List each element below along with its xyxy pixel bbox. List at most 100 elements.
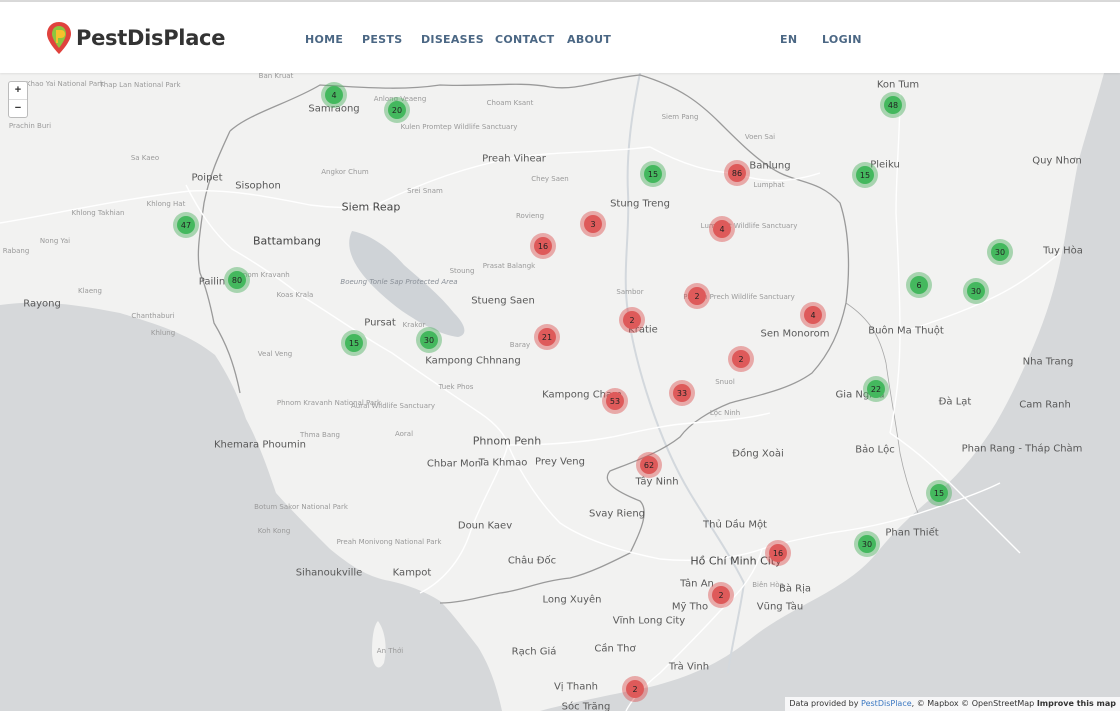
pest-cluster-marker[interactable]: 30 — [987, 239, 1013, 265]
cluster-count: 30 — [858, 535, 876, 553]
cluster-count: 4 — [325, 86, 343, 104]
place-label: Chbar Mon — [426, 458, 482, 470]
disease-cluster-marker[interactable]: 53 — [602, 388, 628, 414]
disease-cluster-marker[interactable]: 2 — [684, 283, 710, 309]
place-label: Khlong Takhian — [71, 209, 125, 217]
nav-pests[interactable]: PESTS — [362, 33, 402, 46]
place-label: Doun Kaev — [457, 520, 513, 532]
nav-login[interactable]: LOGIN — [822, 33, 862, 46]
disease-cluster-marker[interactable]: 86 — [724, 160, 750, 186]
zoom-out-button[interactable]: − — [9, 99, 27, 117]
place-label: Vĩnh Long City — [612, 615, 686, 627]
place-label: Snuol — [715, 378, 735, 386]
cluster-count: 3 — [584, 215, 602, 233]
disease-cluster-marker[interactable]: 2 — [728, 346, 754, 372]
disease-cluster-marker[interactable]: 4 — [709, 216, 735, 242]
place-label: Khao Yai National Park — [25, 80, 105, 88]
disease-cluster-marker[interactable]: 3 — [580, 211, 606, 237]
disease-cluster-marker[interactable]: 16 — [530, 233, 556, 259]
cluster-count: 86 — [728, 164, 746, 182]
place-label: Rạch Giá — [511, 646, 557, 658]
place-label: Quy Nhơn — [1032, 155, 1082, 167]
place-label: Tây Ninh — [635, 476, 679, 488]
language-selector[interactable]: EN — [780, 33, 797, 46]
place-label: Chey Saen — [531, 175, 569, 183]
disease-cluster-marker[interactable]: 62 — [636, 452, 662, 478]
place-label: Banlung — [749, 160, 791, 172]
place-label: Vũng Tàu — [756, 601, 804, 613]
disease-cluster-marker[interactable]: 2 — [619, 307, 645, 333]
place-label: Khlong Hat — [146, 200, 186, 208]
place-label: Voen Sai — [744, 133, 776, 141]
place-label: Sisophon — [235, 180, 281, 192]
place-label: Thap Lan National Park — [99, 81, 181, 89]
place-label: Choam Ksant — [486, 99, 534, 107]
place-label: Klaeng — [77, 287, 103, 295]
disease-cluster-marker[interactable]: 4 — [800, 302, 826, 328]
cluster-count: 15 — [930, 484, 948, 502]
cluster-count: 30 — [420, 331, 438, 349]
place-label: Aoral — [394, 430, 414, 438]
place-label: Phan Thiết — [885, 527, 939, 539]
disease-cluster-marker[interactable]: 16 — [765, 540, 791, 566]
pest-cluster-marker[interactable]: 15 — [852, 162, 878, 188]
place-label: Kon Tum — [876, 79, 920, 91]
place-label: Veal Veng — [257, 350, 293, 358]
pest-cluster-marker[interactable]: 30 — [416, 327, 442, 353]
zoom-in-button[interactable]: + — [9, 82, 27, 99]
cluster-count: 15 — [345, 334, 363, 352]
improve-map-link[interactable]: Improve this map — [1037, 699, 1116, 708]
cluster-count: 21 — [538, 328, 556, 346]
place-label: Khlung — [150, 329, 176, 337]
nav-diseases[interactable]: DISEASES — [421, 33, 484, 46]
place-label: Angkor Chum — [321, 168, 369, 176]
place-label: Tuek Phos — [438, 383, 474, 391]
place-label: Rabang — [2, 247, 30, 255]
place-label: Lộc Ninh — [709, 409, 741, 417]
place-label: Poipet — [191, 172, 223, 184]
pest-cluster-marker[interactable]: 30 — [854, 531, 880, 557]
place-label: Baray — [509, 341, 531, 349]
place-label: Buôn Ma Thuột — [868, 325, 944, 337]
brand-name: PestDisPlace — [76, 26, 226, 50]
pest-cluster-marker[interactable]: 80 — [224, 267, 250, 293]
pest-cluster-marker[interactable]: 6 — [906, 272, 932, 298]
cluster-count: 16 — [534, 237, 552, 255]
nav-about[interactable]: ABOUT — [567, 33, 611, 46]
place-label: Khemara Phoumin — [213, 439, 307, 451]
zoom-control: + − — [8, 81, 28, 118]
pest-cluster-marker[interactable]: 47 — [173, 212, 199, 238]
map[interactable]: Ban Kruat Khao Yai National Park Thap Lan … — [0, 73, 1120, 711]
cluster-count: 6 — [910, 276, 928, 294]
pest-cluster-marker[interactable]: 15 — [640, 161, 666, 187]
pest-cluster-marker[interactable]: 20 — [384, 97, 410, 123]
cluster-count: 15 — [644, 165, 662, 183]
pest-cluster-marker[interactable]: 22 — [863, 376, 889, 402]
brand-logo[interactable]: PestDisPlace — [46, 20, 225, 56]
place-label: Sihanoukville — [295, 567, 363, 579]
cluster-count: 62 — [640, 456, 658, 474]
place-label: Phan Rang - Tháp Chàm — [961, 443, 1083, 455]
disease-cluster-marker[interactable]: 2 — [622, 676, 648, 702]
attribution-rest: , © Mapbox © OpenStreetMap — [911, 699, 1035, 708]
nav-contact[interactable]: CONTACT — [495, 33, 554, 46]
place-label: Stung Treng — [610, 198, 670, 210]
pest-cluster-marker[interactable]: 15 — [926, 480, 952, 506]
cluster-count: 30 — [991, 243, 1009, 261]
pest-cluster-marker[interactable]: 15 — [341, 330, 367, 356]
place-label: Svay Rieng — [588, 508, 646, 520]
attribution-prefix: Data provided by — [789, 699, 859, 708]
place-label: Bảo Lộc — [855, 444, 895, 456]
cluster-count: 20 — [388, 101, 406, 119]
place-label: Thma Bang — [299, 431, 341, 439]
pest-cluster-marker[interactable]: 30 — [963, 278, 989, 304]
nav-home[interactable]: HOME — [305, 33, 343, 46]
disease-cluster-marker[interactable]: 33 — [669, 380, 695, 406]
attribution-link[interactable]: PestDisPlace — [861, 699, 912, 708]
place-label: Pailin — [198, 276, 226, 288]
disease-cluster-marker[interactable]: 2 — [708, 582, 734, 608]
disease-cluster-marker[interactable]: 21 — [534, 324, 560, 350]
pest-cluster-marker[interactable]: 48 — [880, 92, 906, 118]
place-label: Aural Wildlife Sanctuary — [350, 402, 436, 410]
pest-cluster-marker[interactable]: 4 — [321, 82, 347, 108]
